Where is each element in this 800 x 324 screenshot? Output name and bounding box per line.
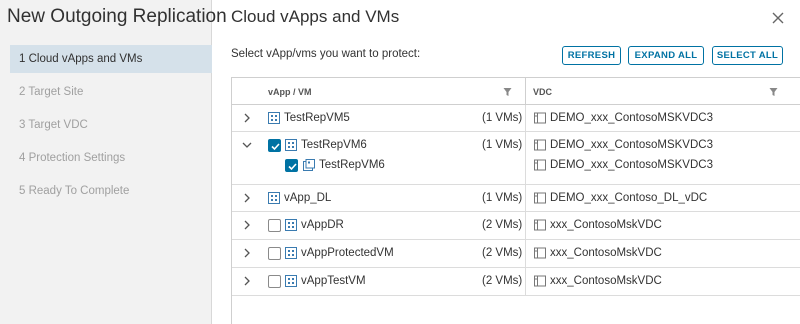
step-target-vdc: 3 Target VDC xyxy=(19,119,88,131)
vapp-name: vAppDR xyxy=(301,219,344,231)
table-row[interactable]: vApp_DL (1 VMs) DEMO_xxx_Contoso_DL_vDC xyxy=(232,185,800,212)
chevron-right-icon[interactable] xyxy=(242,113,252,123)
wizard-content: Cloud vApps and VMs Select vApp/vms you … xyxy=(213,0,800,324)
step-protection-settings: 4 Protection Settings xyxy=(19,152,126,164)
vdc-name: xxx_ContosoMskVDC xyxy=(550,219,662,231)
vm-icon xyxy=(303,159,315,171)
filter-icon[interactable] xyxy=(769,87,778,97)
vm-checkbox[interactable] xyxy=(285,159,298,172)
vdc-name: DEMO_xxx_ContosoMSKVDC3 xyxy=(550,139,713,151)
vm-count: (2 VMs) xyxy=(482,247,523,259)
grid-header: vApp / VM VDC xyxy=(232,78,800,105)
close-icon[interactable] xyxy=(770,10,786,26)
vm-count: (1 VMs) xyxy=(482,139,523,151)
vapp-name: vApp_DL xyxy=(284,192,332,204)
table-row[interactable]: vAppProtectedVM (2 VMs) xxx_ContosoMskVD… xyxy=(232,240,800,268)
column-header-vdc[interactable]: VDC xyxy=(533,87,552,97)
vm-count: (1 VMs) xyxy=(482,192,523,204)
vapp-icon xyxy=(285,219,297,231)
select-all-button[interactable]: SELECT ALL xyxy=(712,46,783,65)
table-row[interactable]: TestRepVM5 (1 VMs) DEMO_xxx_ContosoMSKVD… xyxy=(232,105,800,132)
vdc-icon xyxy=(534,219,546,231)
child-vm-row[interactable]: TestRepVM6 DEMO_xxx_ContosoMSKVDC3 xyxy=(232,157,800,175)
vdc-name: DEMO_xxx_ContosoMSKVDC3 xyxy=(550,112,713,124)
row-checkbox[interactable] xyxy=(268,247,281,260)
vapp-name: TestRepVM5 xyxy=(284,112,350,124)
vdc-icon xyxy=(534,275,546,287)
step-cloud-vapps[interactable]: 1 Cloud vApps and VMs xyxy=(10,45,212,73)
vdc-icon xyxy=(534,139,546,151)
step-target-site: 2 Target Site xyxy=(19,86,84,98)
vm-count: (1 VMs) xyxy=(482,112,523,124)
vdc-name: DEMO_xxx_Contoso_DL_vDC xyxy=(550,192,708,204)
vdc-name: DEMO_xxx_ContosoMSKVDC3 xyxy=(550,159,713,171)
step-ready-to-complete: 5 Ready To Complete xyxy=(19,185,130,197)
vapp-name: vAppTestVM xyxy=(301,275,366,287)
page-title: Cloud vApps and VMs xyxy=(231,7,400,26)
row-checkbox[interactable] xyxy=(268,219,281,232)
chevron-right-icon[interactable] xyxy=(242,248,252,258)
instruction-text: Select vApp/vms you want to protect: xyxy=(231,48,421,60)
column-header-vapp[interactable]: vApp / VM xyxy=(268,87,312,97)
vdc-name: xxx_ContosoMskVDC xyxy=(550,275,662,287)
vapp-icon xyxy=(285,247,297,259)
chevron-right-icon[interactable] xyxy=(242,220,252,230)
vapp-icon xyxy=(285,275,297,287)
vapp-icon xyxy=(268,112,280,124)
vapp-icon xyxy=(268,192,280,204)
filter-icon[interactable] xyxy=(503,87,512,97)
vm-count: (2 VMs) xyxy=(482,219,523,231)
vdc-icon xyxy=(534,112,546,124)
row-checkbox[interactable] xyxy=(268,275,281,288)
table-row[interactable]: TestRepVM6 (1 VMs) DEMO_xxx_ContosoMSKVD… xyxy=(232,132,800,185)
vapp-name: vAppProtectedVM xyxy=(301,247,394,259)
vapp-icon xyxy=(285,139,297,151)
table-row[interactable]: vAppDR (2 VMs) xxx_ContosoMskVDC xyxy=(232,212,800,240)
chevron-right-icon[interactable] xyxy=(242,193,252,203)
wizard-steps: 1 Cloud vApps and VMs 2 Target Site 3 Ta… xyxy=(10,45,212,210)
vdc-icon xyxy=(534,192,546,204)
vdc-name: xxx_ContosoMskVDC xyxy=(550,247,662,259)
vdc-icon xyxy=(534,159,546,171)
chevron-down-icon[interactable] xyxy=(242,140,252,150)
vm-name: TestRepVM6 xyxy=(319,159,385,171)
vapp-grid: vApp / VM VDC TestRepVM5 (1 VMs) DEMO_xx… xyxy=(231,77,800,324)
vapp-name: TestRepVM6 xyxy=(301,139,367,151)
expand-all-button[interactable]: EXPAND ALL xyxy=(628,46,704,65)
row-checkbox[interactable] xyxy=(268,139,281,152)
table-row[interactable]: vAppTestVM (2 VMs) xxx_ContosoMskVDC xyxy=(232,268,800,296)
vm-count: (2 VMs) xyxy=(482,275,523,287)
wizard-sidebar: New Outgoing Replication 1 Cloud vApps a… xyxy=(0,0,227,324)
refresh-button[interactable]: REFRESH xyxy=(562,46,621,65)
chevron-right-icon[interactable] xyxy=(242,276,252,286)
wizard-title: New Outgoing Replication xyxy=(7,6,227,27)
vdc-icon xyxy=(534,247,546,259)
